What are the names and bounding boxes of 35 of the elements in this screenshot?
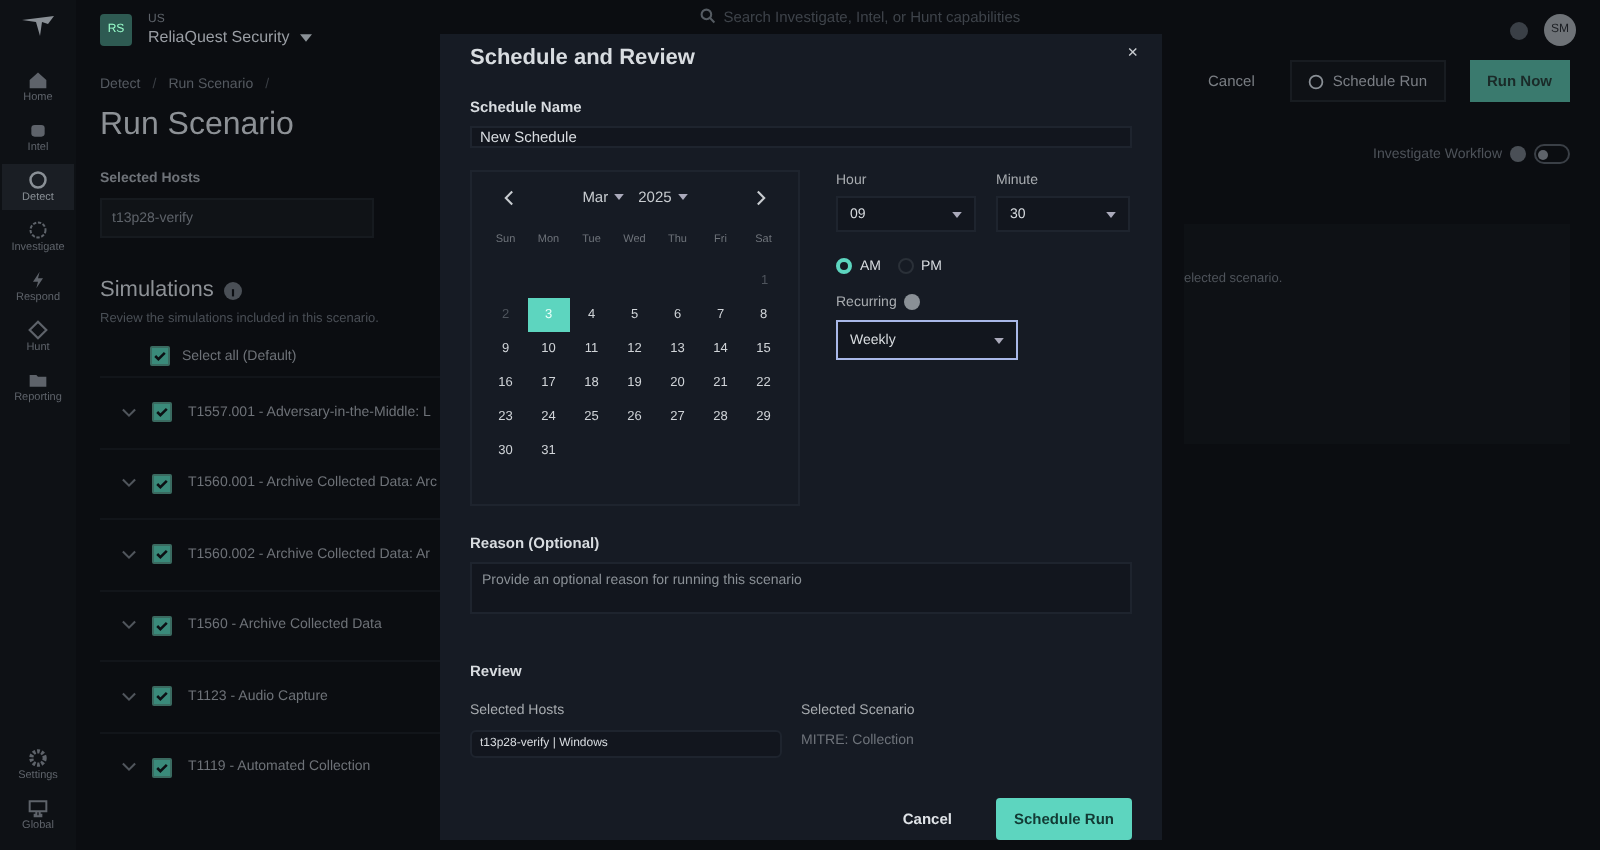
- checkbox[interactable]: [152, 686, 172, 707]
- page-title: Run Scenario: [100, 108, 296, 144]
- section-title: Simulations: [100, 278, 214, 302]
- checkbox[interactable]: [152, 544, 172, 565]
- chevron-icon[interactable]: [122, 549, 136, 560]
- checkbox[interactable]: [152, 473, 172, 494]
- chevron-icon[interactable]: [122, 478, 136, 489]
- checkbox[interactable]: [152, 402, 172, 423]
- caret-icon: [952, 211, 962, 217]
- caret-icon: [994, 337, 1004, 343]
- close-button[interactable]: ×: [1127, 42, 1138, 62]
- checkbox[interactable]: [152, 615, 172, 636]
- logo-icon: [22, 16, 54, 36]
- next-month-icon[interactable]: [755, 189, 766, 205]
- dialog-title: Schedule and Review: [470, 46, 695, 70]
- previous-month-icon[interactable]: [504, 189, 514, 205]
- search-icon: [699, 8, 716, 24]
- home-icon: [28, 70, 48, 90]
- chevron-icon[interactable]: [122, 762, 136, 773]
- checkbox[interactable]: [150, 346, 170, 366]
- chevron-icon[interactable]: [122, 407, 136, 418]
- caret-icon: [299, 33, 312, 41]
- settings-icon: [28, 748, 48, 768]
- chevron-icon[interactable]: [122, 691, 136, 702]
- checkbox[interactable]: [152, 757, 172, 778]
- monitor-icon: [28, 798, 48, 818]
- caret-icon: [677, 194, 688, 200]
- chevron-icon[interactable]: [122, 620, 136, 631]
- clock-icon: [1308, 73, 1325, 89]
- toggle-switch[interactable]: [1534, 144, 1570, 164]
- org-selector[interactable]: ReliaQuest Security: [148, 28, 312, 46]
- caret-icon: [1106, 211, 1116, 217]
- lightning-icon: [28, 270, 48, 290]
- caret-icon: [614, 194, 625, 200]
- folder-icon: [28, 370, 48, 390]
